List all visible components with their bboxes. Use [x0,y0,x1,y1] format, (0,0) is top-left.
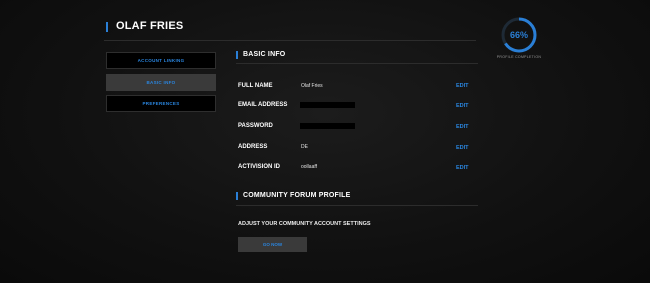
activision-id-value: oollaaff [301,164,318,170]
password-label: PASSWORD [238,123,273,129]
forum-description: ADJUST YOUR COMMUNITY ACCOUNT SETTINGS [238,221,371,227]
edit-activision-id-link[interactable]: EDIT [456,165,469,171]
forum-accent-bar [236,192,238,200]
forum-divider [236,205,478,206]
full-name-value: Olaf Fries [301,83,323,89]
email-value-redacted [300,102,355,108]
address-value: DE [301,144,308,150]
basic-info-divider [236,63,478,64]
edit-address-link[interactable]: EDIT [456,145,469,151]
password-value-redacted [300,123,355,129]
section-accent-bar [236,51,238,59]
basic-info-title: BASIC INFO [243,51,286,58]
page-title: OLAF FRIES [116,20,184,32]
full-name-label: FULL NAME [238,83,273,89]
nav-account-linking[interactable]: ACCOUNT LINKING [106,52,216,69]
go-now-button[interactable]: GO NOW [238,237,307,252]
nav-basic-info[interactable]: BASIC INFO [106,74,216,91]
title-accent-bar [106,22,108,32]
header-divider [104,40,476,41]
address-label: ADDRESS [238,144,268,150]
edit-password-link[interactable]: EDIT [456,124,469,130]
profile-completion-label: PROFILE COMPLETION [496,55,542,59]
forum-title: COMMUNITY FORUM PROFILE [243,192,351,199]
activision-id-label: ACTIVISION ID [238,164,281,170]
profile-completion-percent: 66% [509,30,528,40]
edit-email-link[interactable]: EDIT [456,103,469,109]
nav-preferences[interactable]: PREFERENCES [106,95,216,112]
email-label: EMAIL ADDRESS [238,102,288,108]
edit-full-name-link[interactable]: EDIT [456,83,469,89]
